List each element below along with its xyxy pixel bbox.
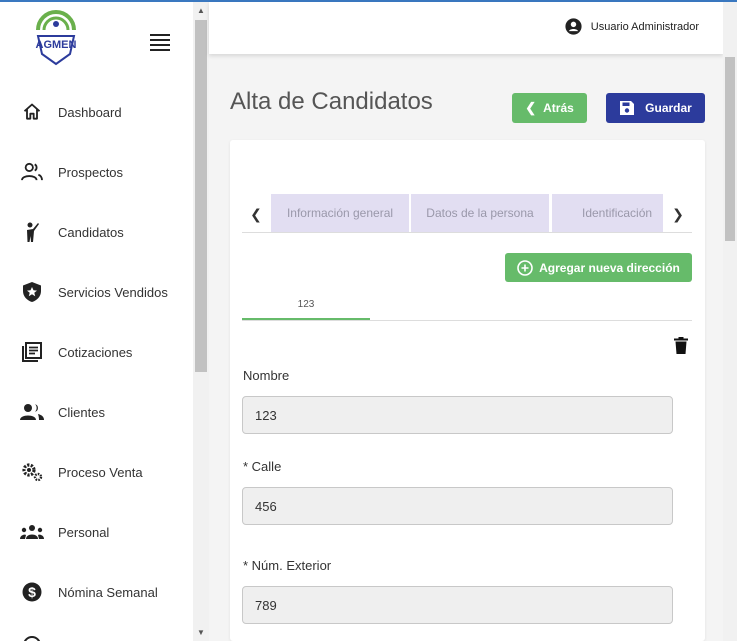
sidebar-item-personal[interactable]: Personal — [0, 512, 193, 552]
sidebar-item-prospectos[interactable]: Prospectos — [0, 152, 193, 192]
dollar-circle-icon: $ — [20, 580, 44, 604]
scroll-down-arrow-icon[interactable]: ▼ — [197, 628, 205, 637]
back-button-label: Atrás — [543, 101, 574, 115]
nombre-label: Nombre — [243, 368, 290, 383]
shield-star-icon — [20, 280, 44, 304]
partial-icon — [20, 633, 44, 641]
agmen-logo[interactable]: AGMEN — [30, 10, 82, 66]
sidebar-item-label: Servicios Vendidos — [58, 284, 168, 300]
save-button[interactable]: Guardar — [606, 93, 705, 123]
main-scrollbar[interactable] — [723, 2, 737, 641]
sidebar-item-partial[interactable] — [0, 631, 193, 641]
document-list-icon — [20, 340, 44, 364]
num-exterior-input[interactable] — [242, 586, 673, 624]
sidebar-item-cotizaciones[interactable]: Cotizaciones — [0, 332, 193, 372]
sidebar-item-label: Personal — [58, 524, 110, 540]
sidebar-scroll-thumb[interactable] — [195, 20, 207, 372]
sidebar-scrollbar[interactable]: ▲ ▼ — [193, 2, 209, 641]
calle-label: * Calle — [243, 459, 282, 474]
tabs-prev-icon[interactable]: ❮ — [243, 196, 269, 232]
home-icon — [20, 100, 44, 124]
sidebar-item-proceso-venta[interactable]: Proceso Venta — [0, 452, 193, 492]
num-exterior-label: * Núm. Exterior — [243, 558, 332, 573]
save-button-label: Guardar — [645, 101, 692, 115]
sidebar-item-label: Candidatos — [58, 224, 124, 240]
address-tabs-divider — [242, 320, 692, 321]
tab-informacion-general[interactable]: Información general — [271, 194, 409, 232]
chevron-left-icon: ❮ — [525, 100, 537, 115]
plus-circle-icon — [517, 259, 533, 276]
add-address-button[interactable]: Agregar nueva dirección — [505, 253, 692, 282]
back-button[interactable]: ❮ Atrás — [512, 93, 587, 123]
logo-text: AGMEN — [36, 39, 77, 51]
sidebar-item-label: Nómina Semanal — [58, 584, 158, 600]
sidebar-item-servicios-vendidos[interactable]: Servicios Vendidos — [0, 272, 193, 312]
add-address-label: Agregar nueva dirección — [539, 260, 680, 275]
main-scroll-thumb[interactable] — [725, 57, 735, 241]
people-outline-icon — [20, 160, 44, 184]
address-tab-123[interactable]: 123 — [242, 290, 370, 318]
trash-icon[interactable] — [674, 337, 690, 355]
user-name: Usuario Administrador — [590, 20, 699, 33]
sidebar-item-clientes[interactable]: Clientes — [0, 392, 193, 432]
sidebar-item-label: Cotizaciones — [58, 344, 133, 360]
sidebar: AGMEN Dashboard Prospectos Candidatos Se… — [0, 2, 193, 641]
top-header: Usuario Administrador — [209, 2, 723, 54]
sidebar-item-dashboard[interactable]: Dashboard — [0, 92, 193, 132]
floppy-disk-icon — [620, 101, 635, 115]
sidebar-item-candidatos[interactable]: Candidatos — [0, 212, 193, 252]
scroll-up-arrow-icon[interactable]: ▲ — [197, 6, 205, 15]
people-icon — [20, 400, 44, 424]
tabs-divider — [242, 232, 692, 233]
person-raise-icon — [20, 220, 44, 244]
svg-text:$: $ — [28, 584, 36, 600]
sidebar-item-label: Clientes — [58, 404, 105, 420]
sidebar-item-label: Prospectos — [58, 164, 124, 180]
group-icon — [20, 520, 44, 544]
menu-toggle-icon[interactable] — [150, 34, 170, 51]
tabs-next-icon[interactable]: ❯ — [665, 196, 691, 232]
tab-identificacion[interactable]: Identificación — [552, 194, 663, 232]
sidebar-item-nomina-semanal[interactable]: $ Nómina Semanal — [0, 572, 193, 612]
nombre-input[interactable] — [242, 396, 673, 434]
sidebar-item-label: Proceso Venta — [58, 464, 143, 480]
page-title: Alta de Candidatos — [230, 88, 433, 115]
user-menu[interactable]: Usuario Administrador — [565, 18, 699, 35]
user-circle-icon — [565, 18, 582, 35]
gears-icon — [20, 460, 44, 484]
calle-input[interactable] — [242, 487, 673, 525]
sidebar-item-label: Dashboard — [58, 104, 122, 120]
tab-datos-persona[interactable]: Datos de la persona — [411, 194, 549, 232]
